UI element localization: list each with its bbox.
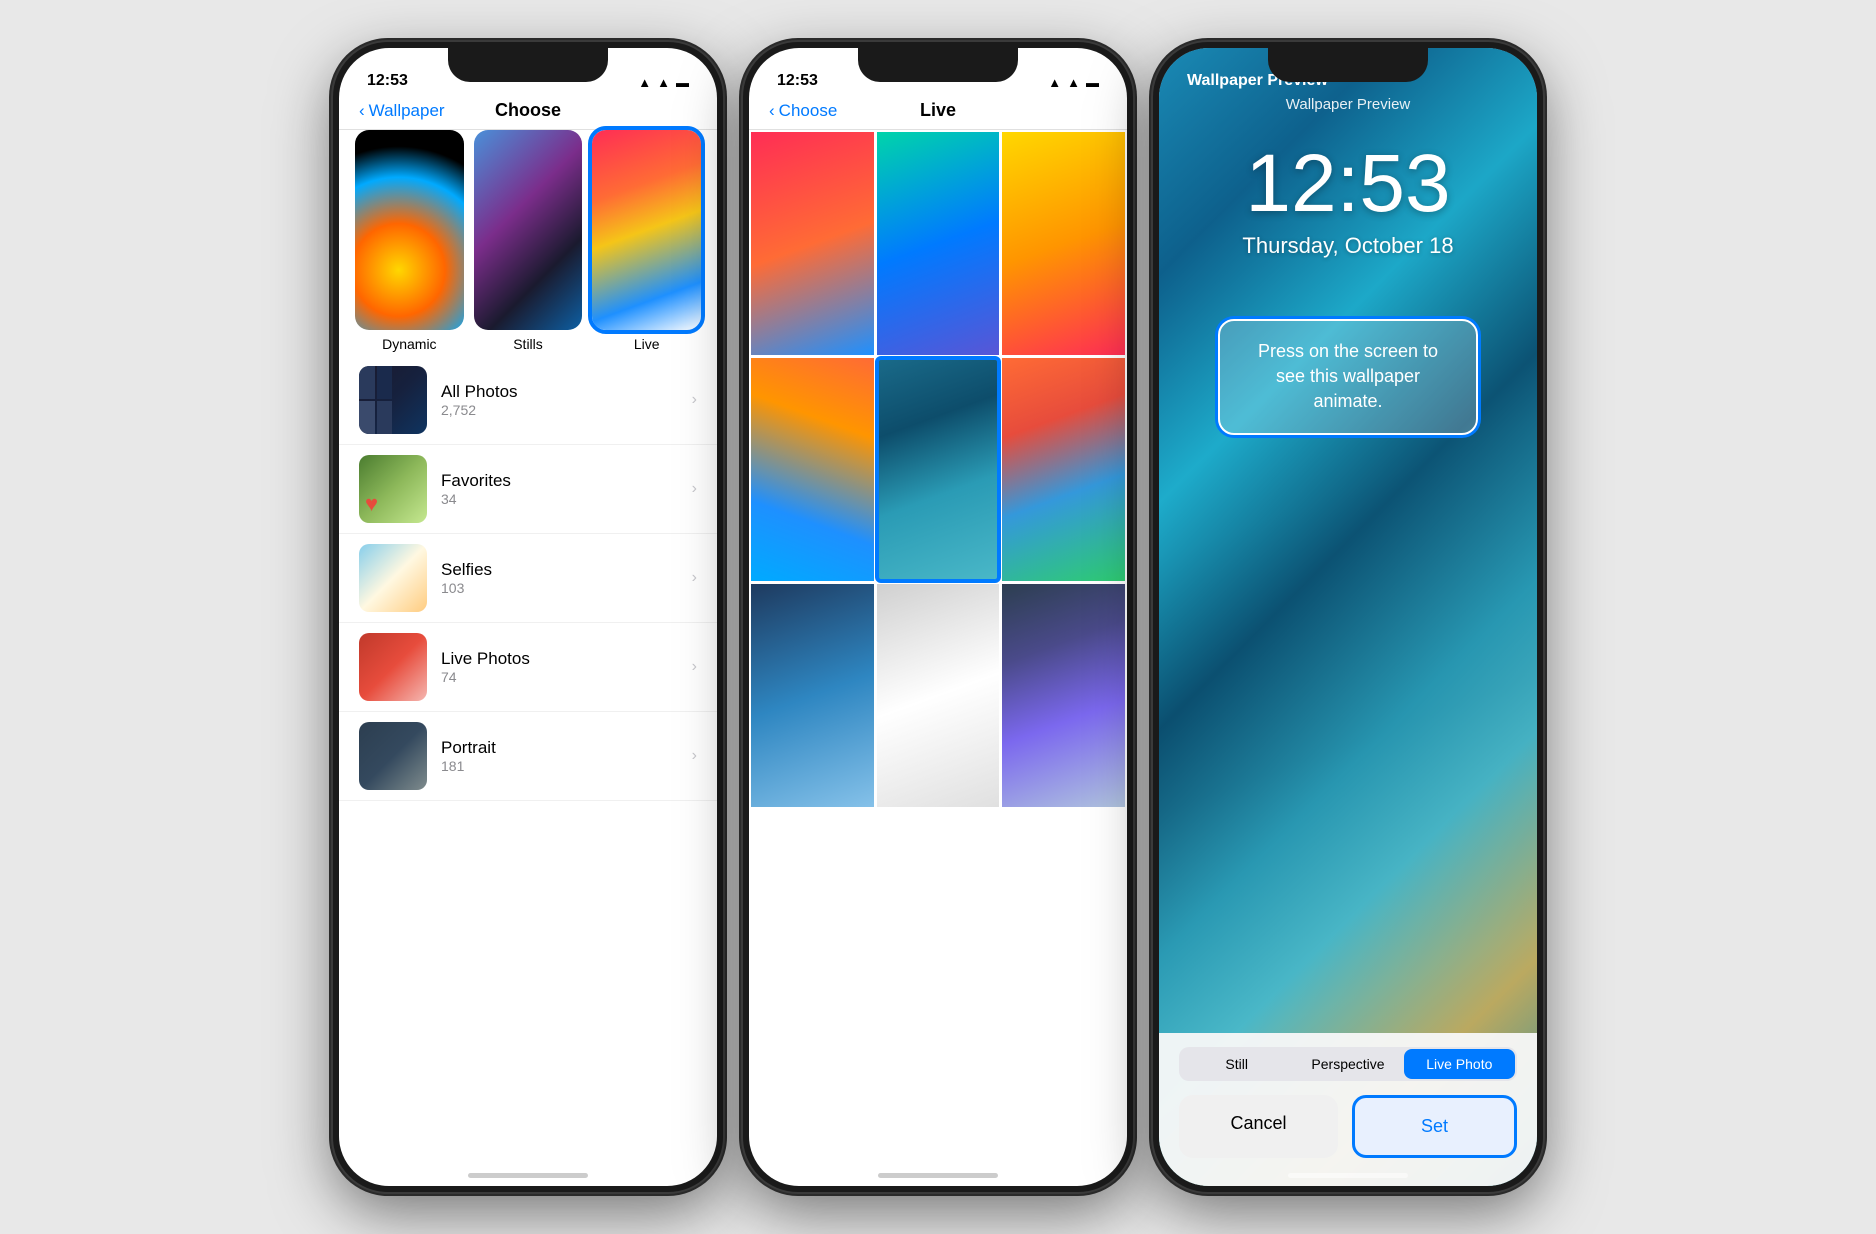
live-cell-6[interactable] [1002, 358, 1125, 581]
stills-label: Stills [474, 336, 583, 352]
wifi-icon: ▲ [657, 75, 670, 90]
battery-icon: ▬ [1086, 75, 1099, 90]
wallpaper-type-live[interactable]: Live [592, 130, 701, 352]
phone-2-status-icons: ▲ ▲ ▬ [1048, 75, 1099, 90]
chevron-left-icon: ‹ [359, 101, 365, 121]
dynamic-thumb [355, 130, 464, 330]
dynamic-label: Dynamic [355, 336, 464, 352]
live-cell-7[interactable] [751, 584, 874, 807]
live-cell-4[interactable] [751, 358, 874, 581]
live-cell-8[interactable] [877, 584, 1000, 807]
selfies-count: 103 [441, 580, 678, 596]
favorites-info: Favorites 34 [441, 471, 678, 507]
all-photos-count: 2,752 [441, 402, 678, 418]
seg-still[interactable]: Still [1181, 1049, 1292, 1079]
list-item-live-photos[interactable]: Live Photos 74 › [339, 623, 717, 712]
phone-1-inner: 12:53 ▲ ▲ ▬ ‹ Wallpaper Choose [339, 48, 717, 1186]
preview-date: Thursday, October 18 [1242, 233, 1453, 259]
preview-label: Wallpaper Preview [1286, 96, 1411, 113]
live-photos-name: Live Photos [441, 649, 678, 669]
all-photos-info: All Photos 2,752 [441, 382, 678, 418]
favorites-thumb: ♥ [359, 455, 427, 523]
signal-icon: ▲ [1048, 75, 1061, 90]
home-indicator [468, 1173, 588, 1178]
press-hint-text: Press on the screen to see this wallpape… [1258, 341, 1438, 411]
chevron-icon: › [692, 658, 697, 676]
press-hint-box: Press on the screen to see this wallpape… [1218, 319, 1478, 435]
chevron-icon: › [692, 569, 697, 587]
selfies-thumb [359, 544, 427, 612]
selfies-info: Selfies 103 [441, 560, 678, 596]
home-indicator [1288, 1173, 1408, 1178]
home-indicator [878, 1173, 998, 1178]
live-thumb [592, 130, 701, 330]
phone-2-nav-bar: ‹ Choose Live [749, 96, 1127, 130]
list-item-all-photos[interactable]: All Photos 2,752 › [339, 356, 717, 445]
portrait-count: 181 [441, 758, 678, 774]
chevron-icon: › [692, 747, 697, 765]
phone-3-notch [1268, 48, 1428, 82]
phone-2-nav-title: Live [920, 100, 956, 121]
live-label: Live [592, 336, 701, 352]
phone-2-notch [858, 48, 1018, 82]
list-item-favorites[interactable]: ♥ Favorites 34 › [339, 445, 717, 534]
live-photos-info: Live Photos 74 [441, 649, 678, 685]
phone-1-wallpaper-section: Dynamic Stills Live [339, 130, 717, 352]
phone-1: 12:53 ▲ ▲ ▬ ‹ Wallpaper Choose [333, 42, 723, 1192]
phone-1-back-button[interactable]: ‹ Wallpaper [359, 101, 445, 121]
chevron-icon: › [692, 391, 697, 409]
phone-2: 12:53 ▲ ▲ ▬ ‹ Choose Live [743, 42, 1133, 1192]
live-cell-5[interactable] [877, 358, 1000, 581]
live-photos-thumb [359, 633, 427, 701]
list-item-portrait[interactable]: Portrait 181 › [339, 712, 717, 801]
phone-2-inner: 12:53 ▲ ▲ ▬ ‹ Choose Live [749, 48, 1127, 1186]
favorites-name: Favorites [441, 471, 678, 491]
portrait-info: Portrait 181 [441, 738, 678, 774]
live-cell-1[interactable] [751, 132, 874, 355]
phone-3-bottom-bar: Still Perspective Live Photo Cancel Set [1159, 1033, 1537, 1186]
live-cell-9[interactable] [1002, 584, 1125, 807]
phone-2-time: 12:53 [777, 72, 818, 90]
live-wallpaper-grid [749, 130, 1127, 809]
live-cell-3[interactable] [1002, 132, 1125, 355]
phone-1-nav-bar: ‹ Wallpaper Choose [339, 96, 717, 130]
wifi-icon: ▲ [1067, 75, 1080, 90]
live-cell-2[interactable] [877, 132, 1000, 355]
chevron-left-icon: ‹ [769, 101, 775, 121]
selfies-name: Selfies [441, 560, 678, 580]
chevron-icon: › [692, 480, 697, 498]
wallpaper-type-dynamic[interactable]: Dynamic [355, 130, 464, 352]
segmented-control[interactable]: Still Perspective Live Photo [1179, 1047, 1517, 1081]
stills-thumb [474, 130, 583, 330]
set-button[interactable]: Set [1352, 1095, 1517, 1158]
preview-time-large: 12:53 [1245, 143, 1450, 225]
list-item-selfies[interactable]: Selfies 103 › [339, 534, 717, 623]
phone-3: Wallpaper Preview Wallpaper Preview 12:5… [1153, 42, 1543, 1192]
signal-icon: ▲ [638, 75, 651, 90]
phone-1-time: 12:53 [367, 72, 408, 90]
portrait-thumb [359, 722, 427, 790]
favorites-count: 34 [441, 491, 678, 507]
live-photos-count: 74 [441, 669, 678, 685]
phone-2-back-button[interactable]: ‹ Choose [769, 101, 837, 121]
seg-live-photo[interactable]: Live Photo [1404, 1049, 1515, 1079]
phone-1-nav-title: Choose [495, 100, 561, 121]
phone-1-notch [448, 48, 608, 82]
cancel-button[interactable]: Cancel [1179, 1095, 1338, 1158]
all-photos-name: All Photos [441, 382, 678, 402]
phone-3-inner: Wallpaper Preview Wallpaper Preview 12:5… [1159, 48, 1537, 1186]
wallpaper-type-stills[interactable]: Stills [474, 130, 583, 352]
photo-albums-list: All Photos 2,752 › ♥ Favorites 34 › [339, 356, 717, 801]
action-buttons: Cancel Set [1179, 1095, 1517, 1158]
phone-1-status-icons: ▲ ▲ ▬ [638, 75, 689, 90]
battery-icon: ▬ [676, 75, 689, 90]
preview-background: Wallpaper Preview Wallpaper Preview 12:5… [1159, 48, 1537, 1186]
phones-container: 12:53 ▲ ▲ ▬ ‹ Wallpaper Choose [313, 22, 1563, 1212]
wallpaper-type-row: Dynamic Stills Live [355, 130, 701, 352]
all-photos-thumb [359, 366, 427, 434]
preview-overlay: Wallpaper Preview Wallpaper Preview 12:5… [1159, 48, 1537, 1186]
seg-perspective[interactable]: Perspective [1292, 1049, 1403, 1079]
portrait-name: Portrait [441, 738, 678, 758]
